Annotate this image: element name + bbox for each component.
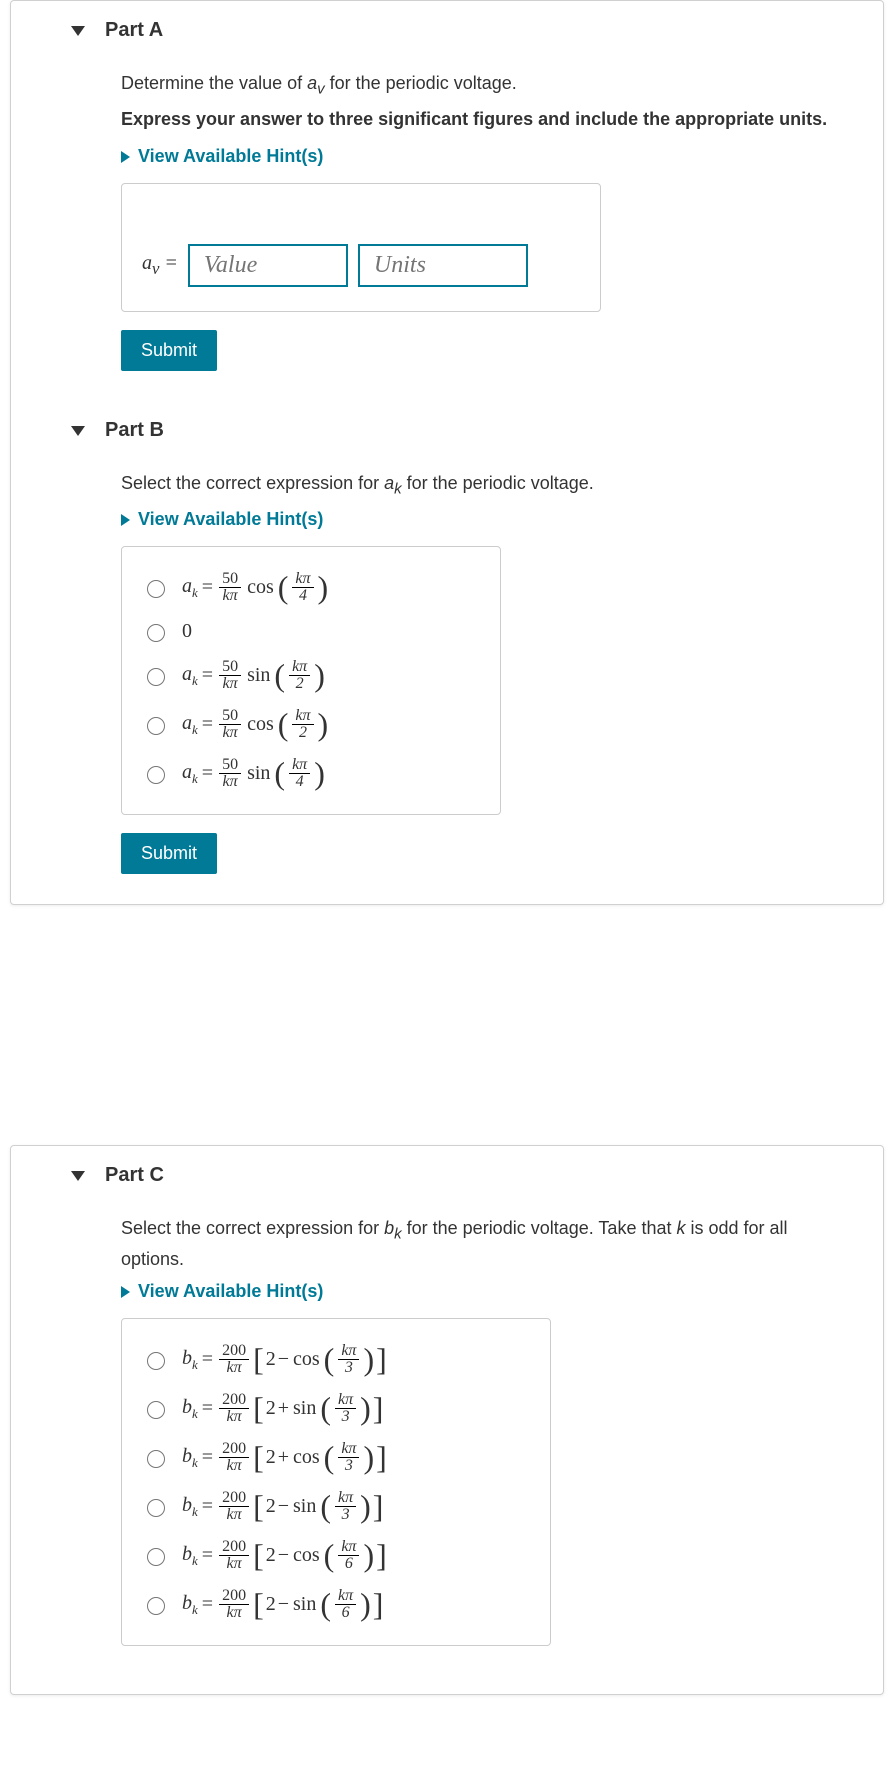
part-a-submit-button[interactable]: Submit <box>121 330 217 371</box>
part-b-title: Part B <box>105 419 164 442</box>
part-c-title: Part C <box>105 1164 164 1187</box>
chevron-right-icon <box>121 514 130 526</box>
part-b-hints-label: View Available Hint(s) <box>138 509 323 530</box>
option-row[interactable]: bk =200kπ[2 − cos(kπ6)] <box>142 1531 530 1580</box>
radio-input[interactable] <box>147 624 165 642</box>
part-a-header[interactable]: Part A <box>11 1 883 52</box>
av-label: av = <box>142 252 178 279</box>
units-input[interactable] <box>358 244 528 287</box>
radio-input[interactable] <box>147 1548 165 1566</box>
part-a-answer-box: av = <box>121 183 601 312</box>
radio-input[interactable] <box>147 1499 165 1517</box>
option-expression: bk =200kπ[2 − cos(kπ6)] <box>182 1539 387 1572</box>
card-ab: Part A Determine the value of av for the… <box>10 0 884 905</box>
chevron-right-icon <box>121 1286 130 1298</box>
part-a-directive: Express your answer to three significant… <box>121 109 853 130</box>
chevron-down-icon <box>71 1171 85 1181</box>
part-b-body: Select the correct expression for ak for… <box>11 452 883 904</box>
option-expression: bk =200kπ[2 − sin(kπ3)] <box>182 1490 383 1523</box>
option-row[interactable]: bk =200kπ[2 − sin(kπ3)] <box>142 1482 530 1531</box>
option-expression: bk =200kπ[2 + cos(kπ3)] <box>182 1441 387 1474</box>
radio-input[interactable] <box>147 668 165 686</box>
option-expression: bk =200kπ[2 − sin(kπ6)] <box>182 1588 383 1621</box>
chevron-right-icon <box>121 151 130 163</box>
chevron-down-icon <box>71 26 85 36</box>
part-c-header[interactable]: Part C <box>11 1146 883 1197</box>
radio-input[interactable] <box>147 1450 165 1468</box>
part-c-hints-toggle[interactable]: View Available Hint(s) <box>121 1281 323 1302</box>
option-expression: ak =50kπsin(kπ4) <box>182 757 325 790</box>
part-b-submit-button[interactable]: Submit <box>121 833 217 874</box>
card-c: Part C Select the correct expression for… <box>10 1145 884 1695</box>
part-c-options: bk =200kπ[2 − cos(kπ3)] bk =200kπ[2 + sin… <box>121 1318 551 1646</box>
part-b-hints-toggle[interactable]: View Available Hint(s) <box>121 509 323 530</box>
radio-input[interactable] <box>147 1401 165 1419</box>
option-expression: ak =50kπcos(kπ2) <box>182 708 328 741</box>
spacer <box>0 915 894 1145</box>
radio-input[interactable] <box>147 766 165 784</box>
radio-input[interactable] <box>147 717 165 735</box>
option-row[interactable]: bk =200kπ[2 − cos(kπ3)] <box>142 1335 530 1384</box>
part-a-title: Part A <box>105 19 163 42</box>
chevron-down-icon <box>71 426 85 436</box>
option-expression: 0 <box>182 620 192 643</box>
part-a-body: Determine the value of av for the period… <box>11 52 883 401</box>
option-expression: bk =200kπ[2 − cos(kπ3)] <box>182 1343 387 1376</box>
radio-input[interactable] <box>147 1352 165 1370</box>
part-a-instruction: Determine the value of av for the period… <box>121 70 853 101</box>
option-row[interactable]: ak =50kπsin(kπ2) <box>142 651 480 700</box>
option-expression: ak =50kπsin(kπ2) <box>182 659 325 692</box>
radio-input[interactable] <box>147 580 165 598</box>
part-c-hints-label: View Available Hint(s) <box>138 1281 323 1302</box>
option-row[interactable]: 0 <box>142 612 480 651</box>
part-b-instruction: Select the correct expression for ak for… <box>121 470 853 501</box>
option-row[interactable]: bk =200kπ[2 + sin(kπ3)] <box>142 1384 530 1433</box>
part-a-hints-label: View Available Hint(s) <box>138 146 323 167</box>
part-c-instruction: Select the correct expression for bk for… <box>121 1215 853 1273</box>
part-a-hints-toggle[interactable]: View Available Hint(s) <box>121 146 323 167</box>
part-b-options: ak =50kπcos(kπ4) 0 ak =50kπsin(kπ2) ak =50k… <box>121 546 501 815</box>
part-c-body: Select the correct expression for bk for… <box>11 1197 883 1694</box>
value-input[interactable] <box>188 244 348 287</box>
option-row[interactable]: bk =200kπ[2 + cos(kπ3)] <box>142 1433 530 1482</box>
option-row[interactable]: ak =50kπcos(kπ2) <box>142 700 480 749</box>
option-row[interactable]: ak =50kπcos(kπ4) <box>142 563 480 612</box>
option-row[interactable]: ak =50kπsin(kπ4) <box>142 749 480 798</box>
part-b-header[interactable]: Part B <box>11 401 883 452</box>
radio-input[interactable] <box>147 1597 165 1615</box>
option-row[interactable]: bk =200kπ[2 − sin(kπ6)] <box>142 1580 530 1629</box>
option-expression: bk =200kπ[2 + sin(kπ3)] <box>182 1392 383 1425</box>
option-expression: ak =50kπcos(kπ4) <box>182 571 328 604</box>
